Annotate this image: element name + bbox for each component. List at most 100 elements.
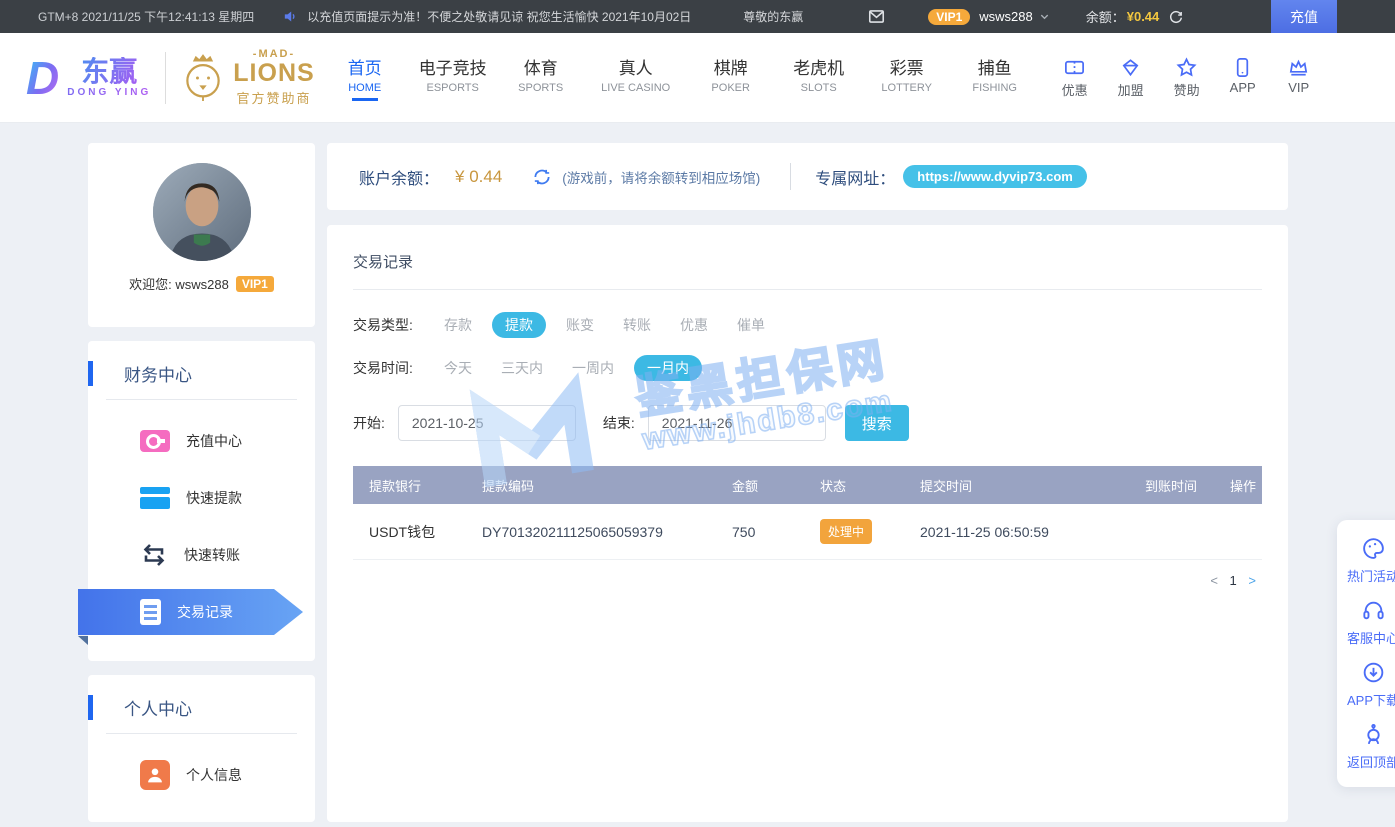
dongying-logo-mark: D <box>26 55 59 101</box>
transfer-arrows-icon <box>140 542 168 568</box>
cell-amount: 750 <box>718 524 806 540</box>
nav-item-sports[interactable]: 体育 SPORTS <box>497 54 585 101</box>
page-prev[interactable]: < <box>1210 573 1218 588</box>
nav-icon-label: 加盟 <box>1103 80 1159 99</box>
floating-quick-panel: 热门活动 客服中心 APP下载 返回顶部 <box>1337 520 1395 787</box>
nav-icon-label: VIP <box>1271 80 1327 95</box>
th-code: 提款编码 <box>468 476 718 495</box>
nav-item-sublabel: SLOTS <box>775 82 863 94</box>
nav-icon-label: APP <box>1215 80 1271 95</box>
star-icon <box>1175 56 1198 79</box>
filter-type-reminder[interactable]: 催单 <box>737 312 765 338</box>
balance-label: 余额： <box>1086 7 1125 26</box>
cell-status: 处理中 <box>806 519 906 544</box>
cell-bank: USDT钱包 <box>353 522 468 542</box>
nav-icon-menu: 优惠 加盟 赞助 APP VIP <box>1047 56 1327 99</box>
palette-icon <box>1361 536 1386 561</box>
nav-item-sublabel: SPORTS <box>497 82 585 94</box>
filter-time-today[interactable]: 今天 <box>444 355 472 381</box>
type-filter-label: 交易类型: <box>353 315 444 335</box>
mad-lions-sponsor-logo: -MAD- LIONS 官方赞助商 <box>180 48 314 107</box>
filter-type-promo[interactable]: 优惠 <box>680 312 708 338</box>
nav-item-sublabel: LOTTERY <box>863 82 951 94</box>
nav-icon-vip[interactable]: VIP <box>1271 56 1327 99</box>
account-balance-value: ¥ 0.44 <box>455 167 502 187</box>
page: GTM+8 2021/11/25 下午12:41:13 星期四 以充值页面提示为… <box>0 0 1395 827</box>
filter-row-dates: 开始: 结束: 搜索 <box>353 405 1262 441</box>
cloud-download-icon <box>1361 660 1386 685</box>
end-date-input[interactable] <box>648 405 826 441</box>
nav-item-live-casino[interactable]: 真人 LIVE CASINO <box>585 54 687 101</box>
table-header-row: 提款银行 提款编码 金额 状态 提交时间 到账时间 操作 <box>353 466 1262 504</box>
sponsor-sub-text: 官方赞助商 <box>236 88 311 107</box>
nav-item-label: 老虎机 <box>775 54 863 79</box>
nav-item-label: 彩票 <box>863 54 951 79</box>
dongying-logo[interactable]: D 东赢 DONG YING <box>26 55 151 101</box>
crown-icon <box>1287 56 1310 79</box>
sponsor-lions-text: LIONS <box>233 60 314 86</box>
th-bank: 提款银行 <box>353 476 468 495</box>
sidebar-item-quick-transfer[interactable]: 快速转账 <box>88 526 315 583</box>
float-item-app-download[interactable]: APP下载 <box>1337 660 1395 709</box>
filter-type-deposit[interactable]: 存款 <box>444 312 472 338</box>
nav-item-lottery[interactable]: 彩票 LOTTERY <box>863 54 951 101</box>
filter-time-3days[interactable]: 三天内 <box>501 355 543 381</box>
float-item-label: APP下载 <box>1337 690 1395 709</box>
exclusive-url-pill[interactable]: https://www.dyvip73.com <box>903 165 1087 188</box>
nav-icon-join[interactable]: 加盟 <box>1103 56 1159 99</box>
sidebar-item-transaction-records[interactable]: 交易记录 <box>78 589 303 635</box>
float-item-label: 客服中心 <box>1337 628 1395 647</box>
nav-icon-sponsorship[interactable]: 赞助 <box>1159 56 1215 99</box>
page-number[interactable]: 1 <box>1230 573 1237 588</box>
mail-icon[interactable] <box>867 7 886 26</box>
filter-type-withdraw[interactable]: 提款 <box>492 312 546 338</box>
end-date-label: 结束: <box>603 413 635 433</box>
nav-item-sublabel: FISHING <box>951 82 1039 94</box>
nav-item-fishing[interactable]: 捕鱼 FISHING <box>951 54 1039 101</box>
filter-type-transfer[interactable]: 转账 <box>623 312 651 338</box>
nav-icon-label: 赞助 <box>1159 80 1215 99</box>
nav-item-slots[interactable]: 老虎机 SLOTS <box>775 54 863 101</box>
refresh-balance-icon[interactable] <box>532 167 552 187</box>
nav-item-esports[interactable]: 电子竞技 ESPORTS <box>409 54 497 101</box>
float-item-back-to-top[interactable]: 返回顶部 <box>1337 722 1395 771</box>
nav-icon-app[interactable]: APP <box>1215 56 1271 99</box>
filter-type-account-change[interactable]: 账变 <box>566 312 594 338</box>
filter-time-week[interactable]: 一周内 <box>572 355 614 381</box>
nav-item-home[interactable]: 首页 HOME <box>321 54 409 101</box>
float-item-label: 返回顶部 <box>1337 752 1395 771</box>
user-card: 欢迎您: wsws288 VIP1 <box>88 143 315 327</box>
withdraw-card-icon <box>140 487 170 509</box>
filter-time-month[interactable]: 一月内 <box>634 355 702 381</box>
username-dropdown[interactable]: wsws288 <box>979 9 1032 24</box>
sidebar-item-recharge-center[interactable]: 充值中心 <box>88 412 315 469</box>
start-date-input[interactable] <box>398 405 576 441</box>
exclusive-url-label: 专属网址： <box>815 165 895 189</box>
refresh-icon[interactable] <box>1168 9 1184 25</box>
th-amount: 金额 <box>718 476 806 495</box>
start-date-label: 开始: <box>353 413 385 433</box>
filter-row-type: 交易类型: 存款 提款 账变 转账 优惠 催单 <box>353 312 1262 338</box>
pagination: < 1 > <box>359 573 1256 588</box>
float-item-customer-service[interactable]: 客服中心 <box>1337 598 1395 647</box>
sidebar-item-quick-withdraw[interactable]: 快速提款 <box>88 469 315 526</box>
nav-item-poker[interactable]: 棋牌 POKER <box>687 54 775 101</box>
transaction-records-panel: 交易记录 交易类型: 存款 提款 账变 转账 优惠 催单 交易时间: 今天 三天… <box>327 225 1288 822</box>
float-item-hot-activities[interactable]: 热门活动 <box>1337 536 1395 585</box>
chevron-down-icon[interactable] <box>1039 11 1050 22</box>
nav-icon-label: 优惠 <box>1047 80 1103 99</box>
recharge-button[interactable]: 充值 <box>1271 0 1337 33</box>
nav-item-sublabel: LIVE CASINO <box>585 82 687 94</box>
float-item-label: 热门活动 <box>1337 566 1395 585</box>
sidebar-item-personal-info[interactable]: 个人信息 <box>88 746 315 803</box>
sidebar-item-label: 个人信息 <box>186 765 242 785</box>
avatar <box>153 163 251 261</box>
filter-row-time: 交易时间: 今天 三天内 一周内 一月内 <box>353 355 1262 381</box>
records-title: 交易记录 <box>353 225 1262 290</box>
nav-icon-promos[interactable]: 优惠 <box>1047 56 1103 99</box>
th-action: 操作 <box>1216 476 1262 495</box>
person-icon <box>140 760 170 790</box>
page-next[interactable]: > <box>1248 573 1256 588</box>
search-button[interactable]: 搜索 <box>845 405 909 441</box>
th-status: 状态 <box>806 476 906 495</box>
